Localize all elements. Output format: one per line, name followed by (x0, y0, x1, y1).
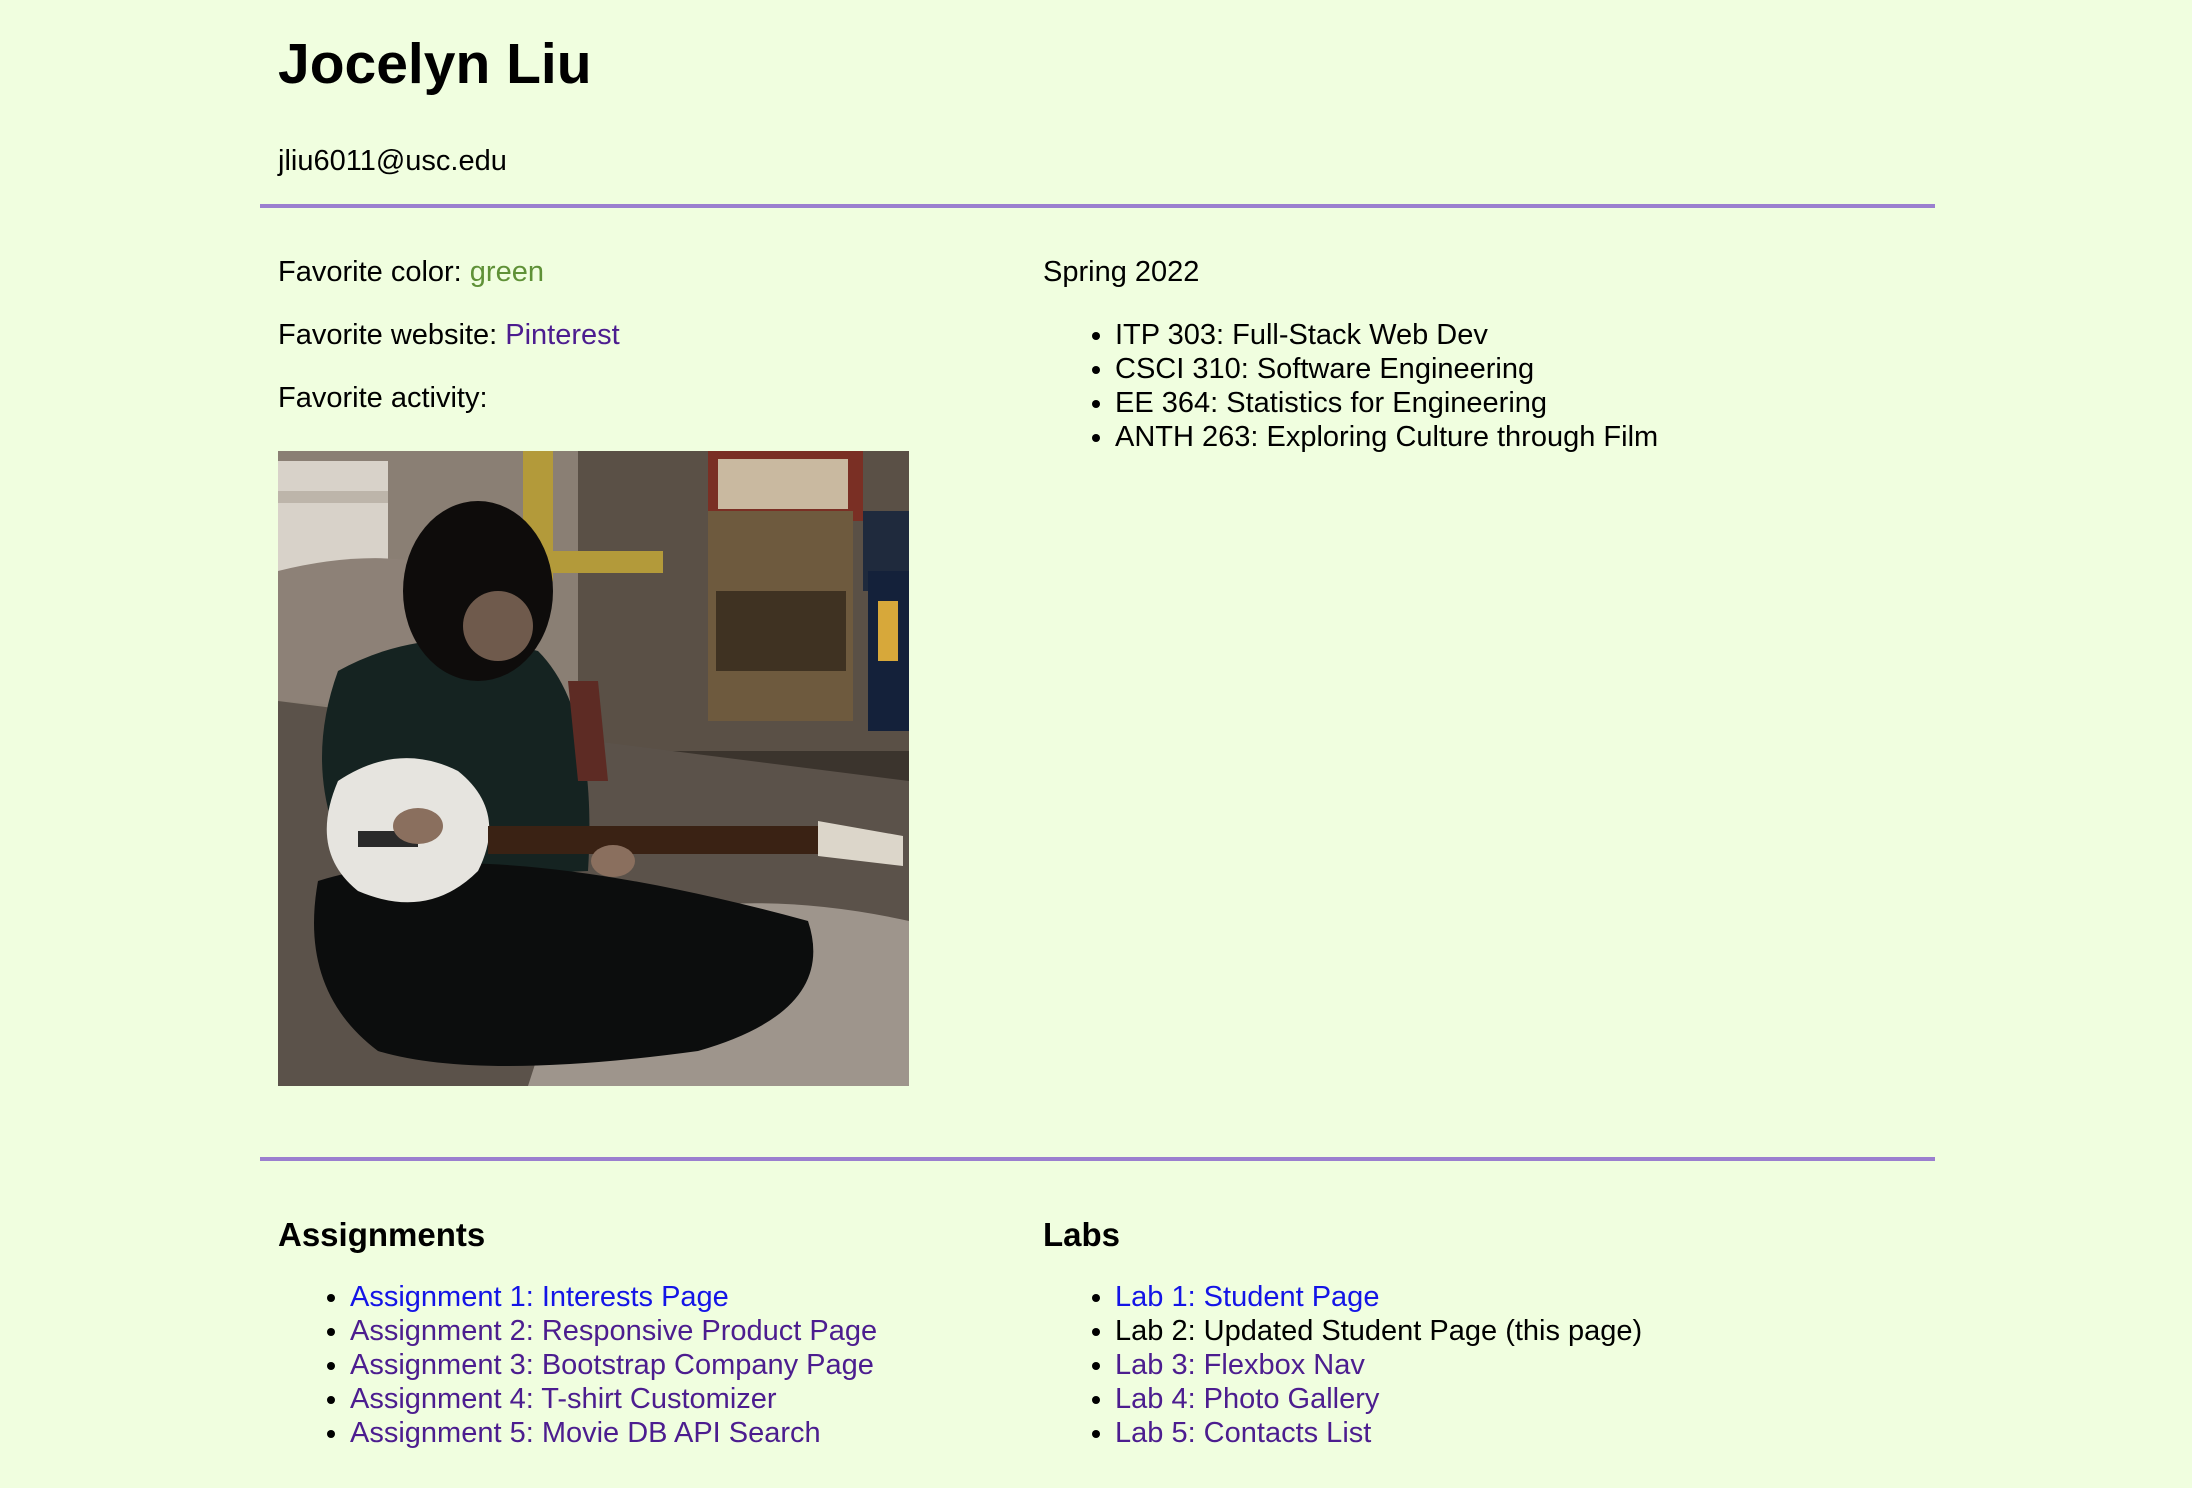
assignments-section: Assignments Assignment 1: Interests Page… (278, 1213, 978, 1450)
courses-section: Spring 2022 ITP 303: Full-Stack Web Dev … (1043, 255, 1843, 454)
email-text: jliu6011@usc.edu (278, 145, 507, 177)
course-list: ITP 303: Full-Stack Web Dev CSCI 310: So… (1043, 318, 1843, 454)
divider-top (260, 204, 1935, 208)
page: Jocelyn Liu jliu6011@usc.edu Favorite co… (0, 0, 2192, 1488)
lab-1-link[interactable]: Lab 1: Student Page (1115, 1281, 1379, 1313)
activity-photo (278, 451, 909, 1086)
favorite-activity-label: Favorite activity: (278, 382, 488, 414)
assignment-5-link[interactable]: Assignment 5: Movie DB API Search (350, 1417, 821, 1449)
course-item: ANTH 263: Exploring Culture through Film (1115, 420, 1843, 454)
assignment-item: Assignment 5: Movie DB API Search (350, 1416, 978, 1450)
lab-2-current: Lab 2: Updated Student Page (this page) (1115, 1315, 1643, 1347)
favorite-color-label: Favorite color: (278, 256, 462, 288)
pinterest-link[interactable]: Pinterest (505, 319, 619, 351)
lab-item: Lab 4: Photo Gallery (1115, 1382, 1843, 1416)
assignment-3-link[interactable]: Assignment 3: Bootstrap Company Page (350, 1349, 874, 1381)
course-item: ITP 303: Full-Stack Web Dev (1115, 318, 1843, 352)
labs-section: Labs Lab 1: Student Page Lab 2: Updated … (1043, 1213, 1843, 1450)
assignment-item: Assignment 3: Bootstrap Company Page (350, 1348, 978, 1382)
favorite-color-value: green (469, 256, 544, 288)
favorites-section: Favorite color: green Favorite website: … (278, 255, 978, 444)
page-title: Jocelyn Liu (278, 32, 592, 96)
lab-3-link[interactable]: Lab 3: Flexbox Nav (1115, 1349, 1365, 1381)
favorite-color-row: Favorite color: green (278, 255, 978, 289)
assignment-item: Assignment 1: Interests Page (350, 1280, 978, 1314)
lab-item: Lab 3: Flexbox Nav (1115, 1348, 1843, 1382)
assignment-list: Assignment 1: Interests Page Assignment … (278, 1280, 978, 1450)
page-header: Jocelyn Liu jliu6011@usc.edu (278, 22, 592, 178)
lab-list: Lab 1: Student Page Lab 2: Updated Stude… (1043, 1280, 1843, 1450)
assignment-item: Assignment 2: Responsive Product Page (350, 1314, 978, 1348)
lab-5-link[interactable]: Lab 5: Contacts List (1115, 1417, 1371, 1449)
assignment-4-link[interactable]: Assignment 4: T-shirt Customizer (350, 1383, 777, 1415)
lab-item: Lab 2: Updated Student Page (this page) (1115, 1314, 1843, 1348)
assignment-2-link[interactable]: Assignment 2: Responsive Product Page (350, 1315, 877, 1347)
lab-item: Lab 1: Student Page (1115, 1280, 1843, 1314)
lab-4-link[interactable]: Lab 4: Photo Gallery (1115, 1383, 1379, 1415)
labs-heading: Labs (1043, 1216, 1121, 1253)
favorite-website-row: Favorite website: Pinterest (278, 318, 978, 352)
favorite-website-label: Favorite website: (278, 319, 498, 351)
term-label: Spring 2022 (1043, 256, 1200, 288)
divider-bottom (260, 1157, 1935, 1161)
assignment-item: Assignment 4: T-shirt Customizer (350, 1382, 978, 1416)
course-item: CSCI 310: Software Engineering (1115, 352, 1843, 386)
assignment-1-link[interactable]: Assignment 1: Interests Page (350, 1281, 729, 1313)
assignments-heading: Assignments (278, 1216, 486, 1253)
favorite-activity-row: Favorite activity: (278, 381, 978, 415)
lab-item: Lab 5: Contacts List (1115, 1416, 1843, 1450)
course-item: EE 364: Statistics for Engineering (1115, 386, 1843, 420)
